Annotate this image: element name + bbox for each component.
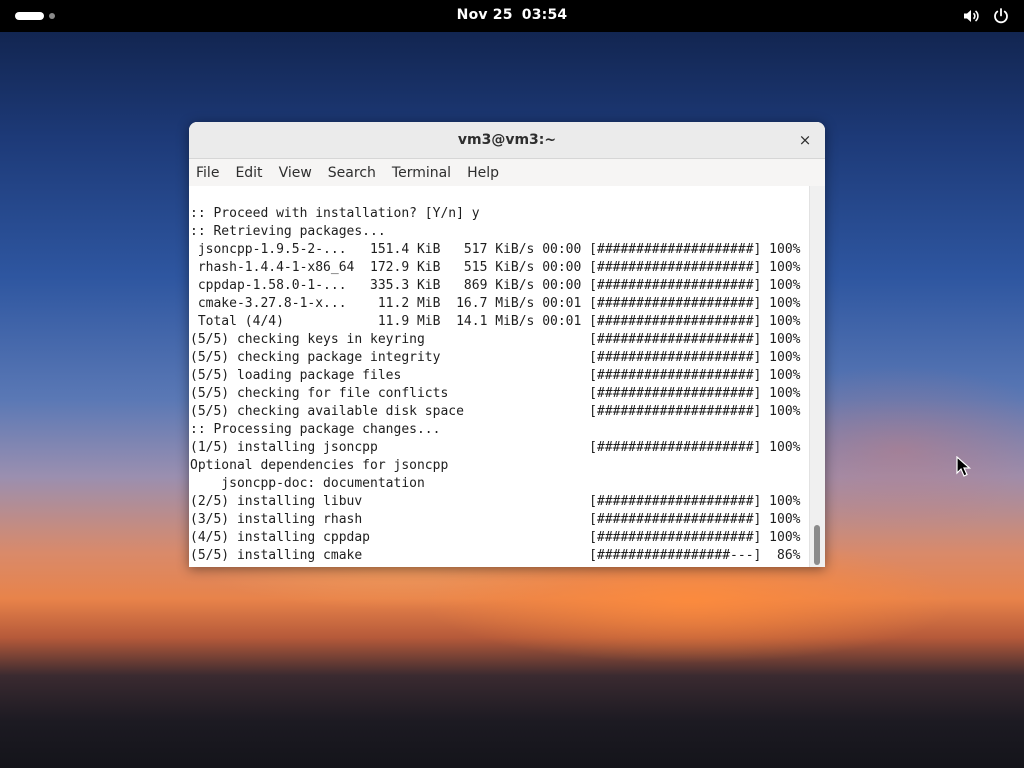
window-titlebar[interactable]: vm3@vm3:~ ×	[189, 122, 825, 159]
terminal-line: (5/5) checking available disk space [###…	[190, 404, 801, 419]
terminal-line: :: Processing package changes...	[190, 422, 441, 437]
terminal-line: (1/5) installing jsoncpp [##############…	[190, 440, 801, 455]
scrollbar-thumb[interactable]	[814, 525, 820, 565]
menu-view[interactable]: View	[279, 165, 320, 181]
terminal-line: cmake-3.27.8-1-x... 11.2 MiB 16.7 MiB/s …	[190, 296, 801, 311]
terminal-line: (5/5) loading package files [###########…	[190, 368, 801, 383]
volume-icon[interactable]	[962, 7, 980, 25]
terminal-line: (5/5) checking package integrity [######…	[190, 350, 801, 365]
clock-time: 03:54	[521, 7, 568, 23]
menu-help[interactable]: Help	[467, 165, 507, 181]
menu-file[interactable]: File	[196, 165, 227, 181]
system-tray[interactable]	[962, 7, 1010, 25]
clock-date: Nov 25	[456, 7, 513, 23]
menu-search[interactable]: Search	[328, 165, 384, 181]
close-icon[interactable]: ×	[795, 130, 815, 150]
terminal-line: (3/5) installing rhash [################…	[190, 512, 801, 527]
terminal-line: jsoncpp-doc: documentation	[190, 476, 425, 491]
terminal-line: cppdap-1.58.0-1-... 335.3 KiB 869 KiB/s …	[190, 278, 801, 293]
terminal-line: :: Retrieving packages...	[190, 224, 386, 239]
terminal-window[interactable]: vm3@vm3:~ × File Edit View Search Termin…	[189, 122, 825, 567]
mouse-pointer-icon	[956, 455, 972, 482]
terminal-output[interactable]: :: Proceed with installation? [Y/n] y ::…	[189, 186, 810, 567]
top-bar: Nov 25 03:54	[0, 0, 1024, 32]
terminal-line: :: Proceed with installation? [Y/n] y	[190, 206, 480, 221]
terminal-scrollbar[interactable]	[809, 186, 825, 567]
terminal-line: (5/5) checking for file conflicts [#####…	[190, 386, 801, 401]
window-title: vm3@vm3:~	[457, 132, 557, 148]
terminal-line: (4/5) installing cppdap [###############…	[190, 530, 801, 545]
menu-terminal[interactable]: Terminal	[392, 165, 459, 181]
terminal-line: Optional dependencies for jsoncpp	[190, 458, 449, 473]
power-icon[interactable]	[992, 7, 1010, 25]
menu-bar: File Edit View Search Terminal Help	[189, 159, 825, 187]
terminal-line: (2/5) installing libuv [################…	[190, 494, 801, 509]
terminal-line: (5/5) checking keys in keyring [########…	[190, 332, 801, 347]
terminal-line: (5/5) installing cmake [################…	[190, 548, 801, 563]
clock[interactable]: Nov 25 03:54	[0, 7, 1024, 23]
terminal-line: rhash-1.4.4-1-x86_64 172.9 KiB 515 KiB/s…	[190, 260, 801, 275]
terminal-line: jsoncpp-1.9.5-2-... 151.4 KiB 517 KiB/s …	[190, 242, 801, 257]
menu-edit[interactable]: Edit	[235, 165, 270, 181]
terminal-line: Total (4/4) 11.9 MiB 14.1 MiB/s 00:01 [#…	[190, 314, 801, 329]
